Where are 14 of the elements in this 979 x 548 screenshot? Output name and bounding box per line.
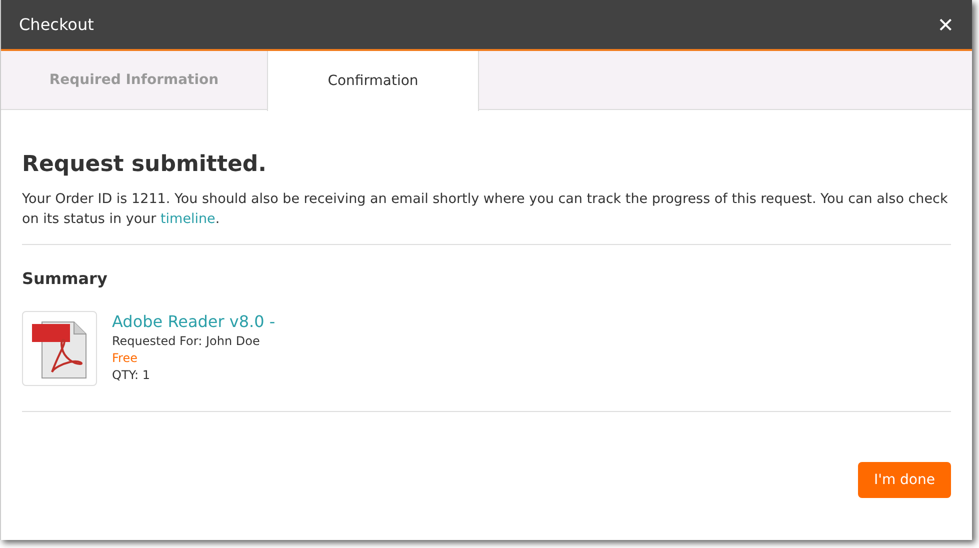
tab[interactable]: Confirmation (267, 51, 479, 111)
summary-title: Summary (22, 268, 108, 290)
window-title: Checkout (19, 14, 94, 36)
price: Free (112, 350, 138, 367)
heading: Request submitted. (22, 151, 268, 179)
pdf-file-icon (22, 311, 97, 386)
product-link[interactable]: Adobe Reader v8.0 - (112, 311, 276, 333)
confirmation-message: Your Order ID is 1211. You should also be receiving an email shortly where you can track the progress of this request. You can also check on its status in your timeline. (22, 189, 951, 245)
timeline-link[interactable]: timeline (160, 211, 216, 227)
quantity: QTY: 1 (112, 367, 152, 384)
close-button[interactable]: ✕ (937, 10, 954, 40)
requested-for: Requested For: John Doe (112, 333, 261, 350)
done-button[interactable]: I'm done (858, 462, 951, 498)
tab[interactable]: Required Information (1, 51, 267, 109)
